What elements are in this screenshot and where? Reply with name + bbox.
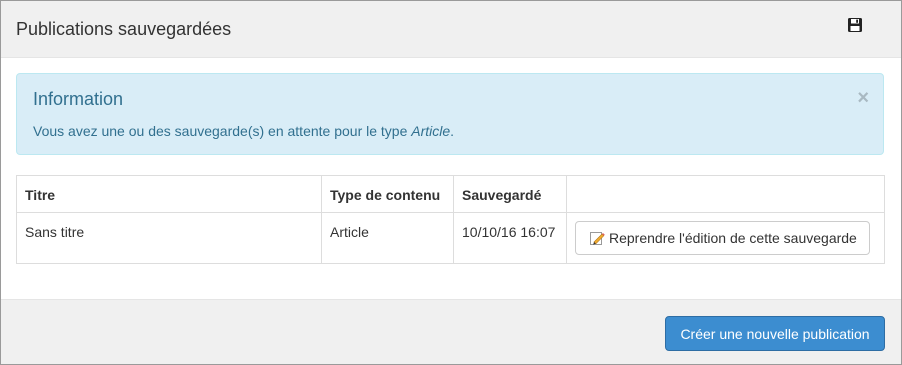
header-type: Type de contenu [321,175,454,213]
header-saved: Sauvegardé [453,175,567,213]
alert-message-text: Vous avez une ou des sauvegarde(s) en at… [33,123,412,139]
floppy-disk-icon[interactable] [847,17,863,33]
resume-edit-label: Reprendre l'édition de cette sauvegarde [609,230,857,246]
alert-message: Vous avez une ou des sauvegarde(s) en at… [33,122,454,140]
cell-title: Sans titre [16,212,322,264]
header-actions [566,175,885,213]
table-row: Sans titre Article 10/10/16 16:07 Repren… [16,212,885,264]
cell-saved: 10/10/16 16:07 [453,212,567,264]
modal-header: Publications sauvegardées [1,1,901,58]
cell-type: Article [321,212,454,264]
saved-publications-table: Titre Type de contenu Sauvegardé Sans ti… [16,175,885,264]
header-titre: Titre [16,175,322,213]
pencil-icon [589,230,605,246]
alert-message-type: Article [411,123,451,139]
close-icon[interactable]: × [857,88,869,108]
resume-edit-button[interactable]: Reprendre l'édition de cette sauvegarde [575,221,870,255]
modal-footer: Créer une nouvelle publication [1,299,901,364]
modal-title: Publications sauvegardées [16,19,232,39]
cell-actions: Reprendre l'édition de cette sauvegarde [566,212,885,264]
table-header-row: Titre Type de contenu Sauvegardé [16,175,885,213]
saved-publications-modal: Publications sauvegardées Information Vo… [0,0,902,365]
info-alert: Information Vous avez une ou des sauvega… [16,73,884,155]
alert-message-end: . [450,123,455,139]
alert-heading: Information [33,89,124,109]
create-publication-button[interactable]: Créer une nouvelle publication [665,316,885,351]
